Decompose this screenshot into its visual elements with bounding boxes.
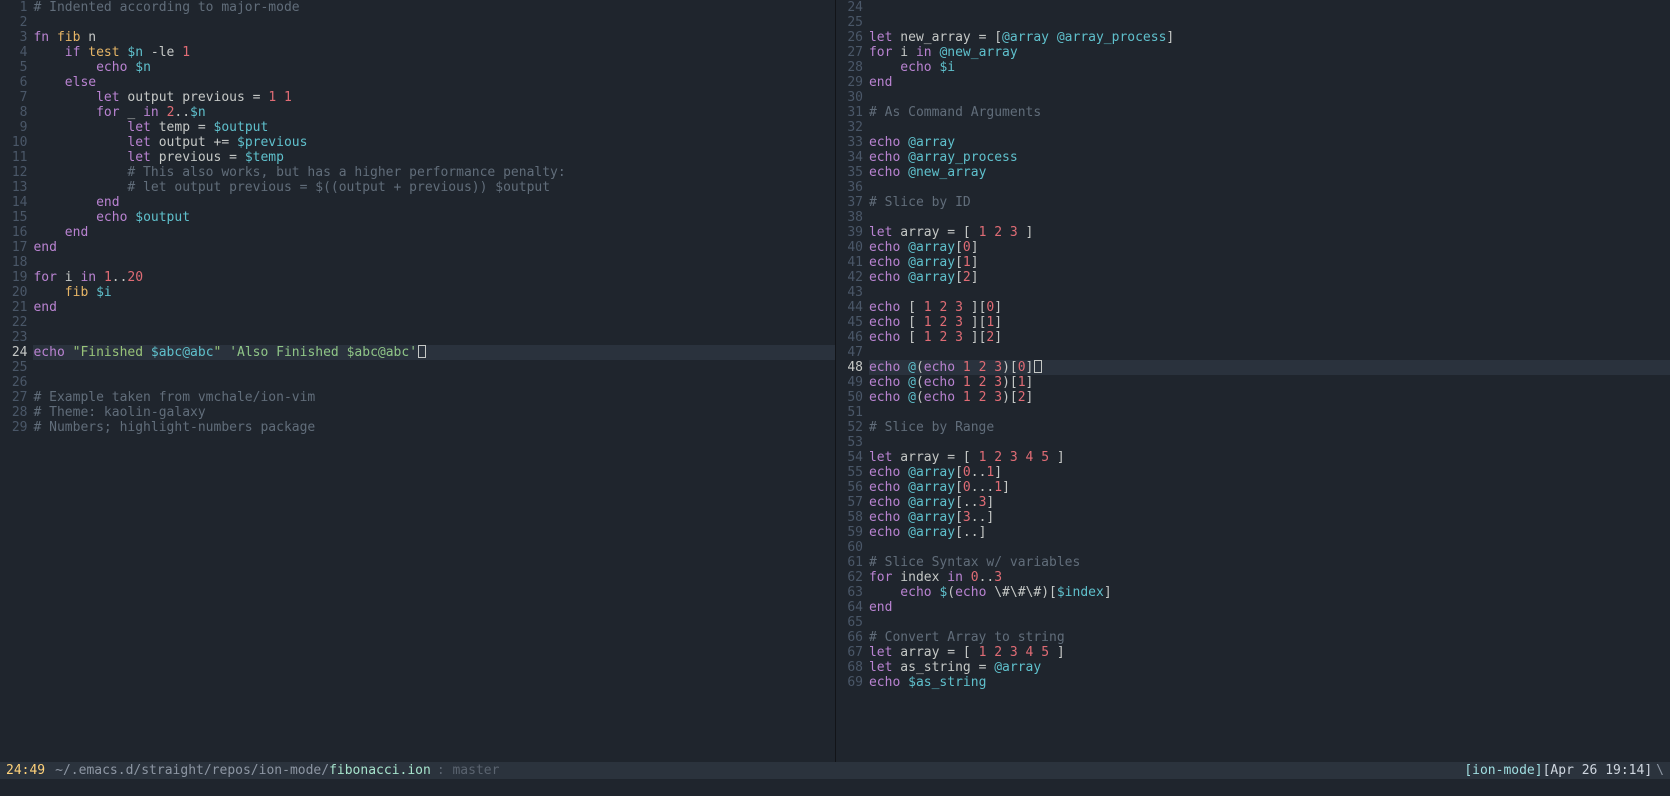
datetime: [Apr 26 19:14] xyxy=(1543,763,1653,778)
code-line[interactable] xyxy=(869,345,1670,360)
code-line[interactable]: for i in 1..20 xyxy=(33,270,834,285)
code-line[interactable]: # As Command Arguments xyxy=(869,105,1670,120)
code-line[interactable]: end xyxy=(33,240,834,255)
code-line[interactable]: else xyxy=(33,75,834,90)
modeline-trailing: \ xyxy=(1656,763,1664,778)
code-line[interactable] xyxy=(869,285,1670,300)
code-line[interactable]: echo $(echo \#\#\#)[$index] xyxy=(869,585,1670,600)
code-line[interactable]: end xyxy=(869,75,1670,90)
code-line[interactable]: echo @array xyxy=(869,135,1670,150)
code-line[interactable]: echo $as_string xyxy=(869,675,1670,690)
code-line[interactable] xyxy=(33,315,834,330)
code-line[interactable]: # This also works, but has a higher perf… xyxy=(33,165,834,180)
vc-branch: : master xyxy=(437,763,500,778)
code-line[interactable]: echo @(echo 1 2 3)[2] xyxy=(869,390,1670,405)
code-line[interactable] xyxy=(33,255,834,270)
code-line[interactable] xyxy=(869,90,1670,105)
echo-area[interactable] xyxy=(0,779,1670,796)
code-line[interactable]: let array = [ 1 2 3 4 5 ] xyxy=(869,645,1670,660)
code-line[interactable]: # Slice by ID xyxy=(869,195,1670,210)
code-line[interactable]: let previous = $temp xyxy=(33,150,834,165)
code-line[interactable]: echo @array[0...1] xyxy=(869,480,1670,495)
code-line[interactable]: # Convert Array to string xyxy=(869,630,1670,645)
code-line[interactable]: echo @array[0] xyxy=(869,240,1670,255)
code-line[interactable] xyxy=(869,210,1670,225)
code-line[interactable]: fn fib n xyxy=(33,30,834,45)
editor-split: 1 2 3 4 5 6 7 8 9 10 11 12 13 14 15 16 1… xyxy=(0,0,1670,762)
code-line[interactable]: echo @array[3..] xyxy=(869,510,1670,525)
code-line[interactable]: end xyxy=(33,300,834,315)
code-line[interactable]: fib $i xyxy=(33,285,834,300)
code-line[interactable]: end xyxy=(33,195,834,210)
mode-line: 24:49 ~/.emacs.d/straight/repos/ion-mode… xyxy=(0,762,1670,779)
code-line[interactable] xyxy=(869,405,1670,420)
code-line[interactable]: echo @array[1] xyxy=(869,255,1670,270)
code-line[interactable] xyxy=(869,435,1670,450)
code-line[interactable]: echo @array[..3] xyxy=(869,495,1670,510)
code-line[interactable]: # let output previous = $((output + prev… xyxy=(33,180,834,195)
code-line[interactable]: # Indented according to major-mode xyxy=(33,0,834,15)
right-gutter: 24 25 26 27 28 29 30 31 32 33 34 35 36 3… xyxy=(836,0,869,762)
code-line[interactable] xyxy=(33,360,834,375)
code-line[interactable] xyxy=(33,375,834,390)
code-line[interactable]: echo @array[2] xyxy=(869,270,1670,285)
code-line[interactable] xyxy=(869,180,1670,195)
code-line[interactable]: echo @new_array xyxy=(869,165,1670,180)
code-line[interactable]: # Theme: kaolin-galaxy xyxy=(33,405,834,420)
code-line[interactable]: # Numbers; highlight-numbers package xyxy=(33,420,834,435)
code-line[interactable]: echo @(echo 1 2 3)[0] xyxy=(869,360,1670,375)
code-line[interactable] xyxy=(869,120,1670,135)
right-pane[interactable]: 24 25 26 27 28 29 30 31 32 33 34 35 36 3… xyxy=(836,0,1670,762)
left-gutter: 1 2 3 4 5 6 7 8 9 10 11 12 13 14 15 16 1… xyxy=(0,0,33,762)
code-line[interactable] xyxy=(33,330,834,345)
code-line[interactable]: echo [ 1 2 3 ][2] xyxy=(869,330,1670,345)
code-line[interactable]: for index in 0..3 xyxy=(869,570,1670,585)
code-line[interactable]: echo @array[..] xyxy=(869,525,1670,540)
code-line[interactable]: # Slice Syntax w/ variables xyxy=(869,555,1670,570)
major-mode: [ion-mode] xyxy=(1464,763,1542,778)
left-pane[interactable]: 1 2 3 4 5 6 7 8 9 10 11 12 13 14 15 16 1… xyxy=(0,0,835,762)
code-line[interactable]: # Example taken from vmchale/ion-vim xyxy=(33,390,834,405)
code-line[interactable] xyxy=(869,615,1670,630)
left-code-area[interactable]: # Indented according to major-mode fn fib… xyxy=(33,0,834,762)
code-line[interactable]: echo $i xyxy=(869,60,1670,75)
code-line[interactable]: let array = [ 1 2 3 4 5 ] xyxy=(869,450,1670,465)
right-code-area[interactable]: let new_array = [@array @array_process]f… xyxy=(869,0,1670,762)
code-line[interactable]: let as_string = @array xyxy=(869,660,1670,675)
code-line[interactable]: echo [ 1 2 3 ][0] xyxy=(869,300,1670,315)
code-line[interactable] xyxy=(33,15,834,30)
code-line[interactable] xyxy=(869,540,1670,555)
code-line[interactable]: if test $n -le 1 xyxy=(33,45,834,60)
cursor xyxy=(418,345,426,358)
code-line[interactable]: let output += $previous xyxy=(33,135,834,150)
cursor-position: 24:49 xyxy=(6,763,45,778)
code-line[interactable] xyxy=(869,15,1670,30)
code-line[interactable]: end xyxy=(33,225,834,240)
code-line[interactable]: let new_array = [@array @array_process] xyxy=(869,30,1670,45)
cursor xyxy=(1034,360,1042,373)
code-line[interactable]: for _ in 2..$n xyxy=(33,105,834,120)
file-name: fibonacci.ion xyxy=(329,763,431,778)
code-line[interactable]: echo @array_process xyxy=(869,150,1670,165)
code-line[interactable]: let output previous = 1 1 xyxy=(33,90,834,105)
code-line[interactable]: end xyxy=(869,600,1670,615)
file-path-prefix: ~/.emacs.d/straight/repos/ion-mode/ xyxy=(55,763,329,778)
code-line[interactable]: echo @array[0..1] xyxy=(869,465,1670,480)
code-line[interactable]: echo "Finished $abc@abc" 'Also Finished … xyxy=(33,345,834,360)
code-line[interactable]: echo @(echo 1 2 3)[1] xyxy=(869,375,1670,390)
code-line[interactable]: echo $n xyxy=(33,60,834,75)
code-line[interactable]: for i in @new_array xyxy=(869,45,1670,60)
code-line[interactable]: echo $output xyxy=(33,210,834,225)
code-line[interactable]: # Slice by Range xyxy=(869,420,1670,435)
code-line[interactable]: let temp = $output xyxy=(33,120,834,135)
code-line[interactable]: echo [ 1 2 3 ][1] xyxy=(869,315,1670,330)
code-line[interactable]: let array = [ 1 2 3 ] xyxy=(869,225,1670,240)
code-line[interactable] xyxy=(869,0,1670,15)
